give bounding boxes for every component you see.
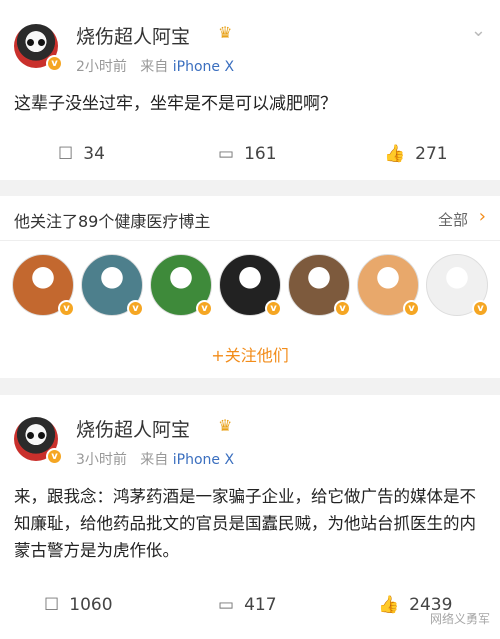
post-time: 2小时前 [76,59,127,75]
verified-badge-icon: v [196,300,213,317]
repost-icon: ☐ [44,595,60,615]
username[interactable]: 烧伤超人阿宝 [76,415,190,442]
comment-icon: ▭ [218,595,235,615]
thumbs-up-icon: 👍 [384,144,406,164]
chevron-right-icon[interactable]: › [479,206,486,227]
repost-count: 34 [83,144,105,164]
username[interactable]: 烧伤超人阿宝 [76,22,190,49]
like-count: 271 [415,144,448,164]
crown-icon: ♛ [218,416,233,435]
weibo-post-2: v 烧伤超人阿宝 ♛ 3小时前 来自 iPhone X 来，跟我念：鸿茅药酒是一… [0,395,500,639]
repost-icon: ☐ [58,144,74,164]
post-meta: 3小时前 来自 iPhone X [76,449,234,469]
comment-button[interactable]: ▭ 417 [218,583,277,627]
recommended-account-avatar[interactable]: v [81,254,144,317]
recommended-account-avatar[interactable]: v [219,254,282,317]
verified-badge-icon: v [472,300,489,317]
post-meta: 2小时前 来自 iPhone X [76,56,234,76]
comment-count: 161 [244,144,277,164]
verified-badge-icon: v [403,300,420,317]
verified-badge-icon: v [265,300,282,317]
recommendation-title: 他关注了89个健康医疗博主 [14,212,211,231]
post-text: 来，跟我念：鸿茅药酒是一家骗子企业，给它做广告的媒体是不知廉耻，给他药品批文的官… [14,487,476,560]
verified-badge-icon: v [46,448,63,465]
post-time: 3小时前 [76,452,127,468]
follow-recommendation-card: 他关注了89个健康医疗博主 全部 › v v v v v v v +关注他们 [0,196,500,378]
recommended-account-avatar[interactable]: v [426,254,489,317]
post-source-prefix: 来自 [140,59,169,75]
recommended-account-avatar[interactable]: v [150,254,213,317]
verified-badge-icon: v [46,55,63,72]
weibo-post-1: v 烧伤超人阿宝 ♛ 2小时前 来自 iPhone X ⌄ 这辈子没坐过牢，坐牢… [0,0,500,180]
watermark: 网络义勇军 [429,612,490,626]
recommended-account-avatar[interactable]: v [357,254,420,317]
repost-count: 1060 [69,595,113,615]
post-actions: ☐ 34 ▭ 161 👍 271 [0,132,500,176]
like-button[interactable]: 👍 271 [384,132,448,176]
post-actions: ☐ 1060 ▭ 417 👍 2439 [0,583,500,627]
post-device[interactable]: iPhone X [173,59,234,75]
post-source-prefix: 来自 [140,452,169,468]
verified-badge-icon: v [127,300,144,317]
repost-button[interactable]: ☐ 1060 [44,583,113,627]
verified-badge-icon: v [334,300,351,317]
verified-badge-icon: v [58,300,75,317]
crown-icon: ♛ [218,23,233,42]
follow-them-button[interactable]: +关注他们 [0,342,500,366]
post-text: 这辈子没坐过牢，坐牢是不是可以减肥啊？ [14,94,337,114]
comment-icon: ▭ [218,144,235,164]
comment-button[interactable]: ▭ 161 [218,132,277,176]
recommended-account-avatar[interactable]: v [288,254,351,317]
repost-button[interactable]: ☐ 34 [58,132,105,176]
post-device[interactable]: iPhone X [173,452,234,468]
divider [0,240,500,241]
chevron-down-icon[interactable]: ⌄ [471,20,486,41]
view-all-link[interactable]: 全部 [438,209,468,230]
recommended-account-avatar[interactable]: v [12,254,75,317]
comment-count: 417 [244,595,277,615]
thumbs-up-icon: 👍 [378,595,400,615]
